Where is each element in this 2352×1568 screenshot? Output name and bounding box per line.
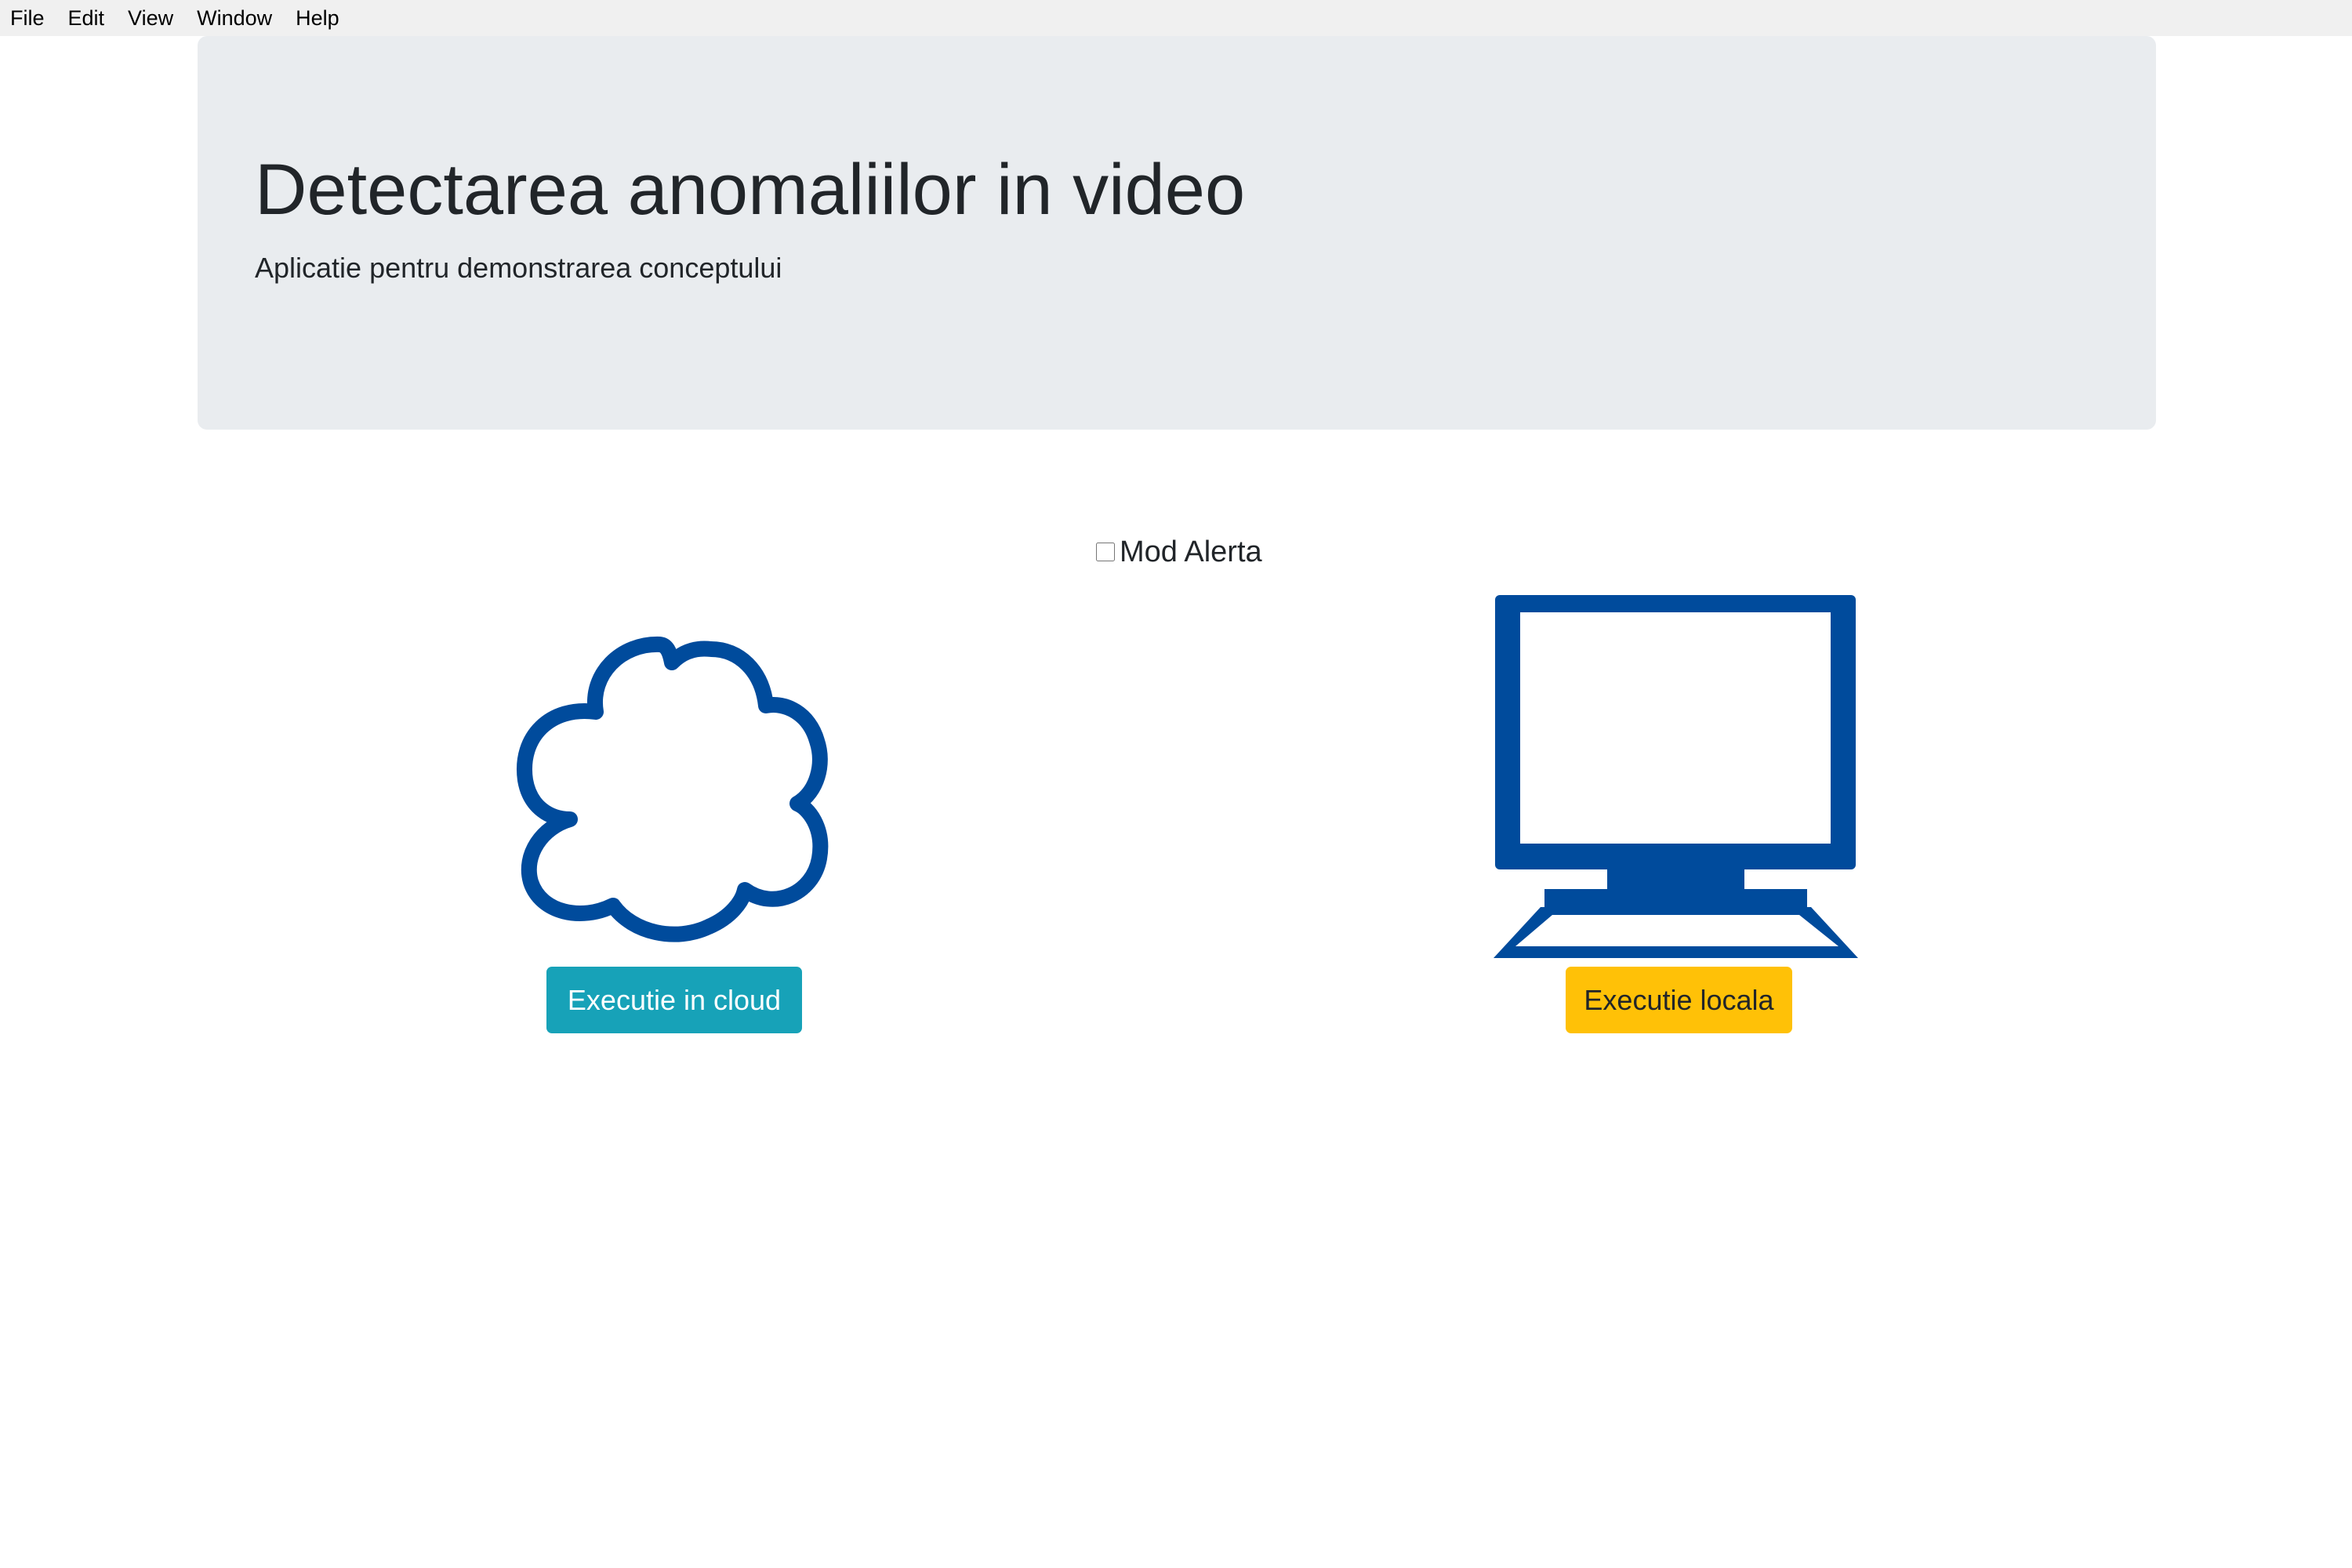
menu-help[interactable]: Help: [285, 0, 350, 36]
menu-bar: File Edit View Window Help: [0, 0, 2352, 36]
alert-mode-checkbox[interactable]: [1096, 543, 1115, 561]
page-title: Detectarea anomaliilor in video: [255, 150, 1246, 230]
page-subtitle: Aplicatie pentru demonstrarea conceptulu…: [255, 252, 782, 284]
menu-file[interactable]: File: [0, 0, 56, 36]
alert-mode-toggle: Mod Alerta: [1096, 533, 1262, 571]
menu-view[interactable]: View: [117, 0, 184, 36]
menu-window[interactable]: Window: [186, 0, 283, 36]
alert-mode-label[interactable]: Mod Alerta: [1120, 535, 1262, 569]
menu-edit[interactable]: Edit: [57, 0, 116, 36]
cloud-icon: [517, 636, 829, 942]
local-execution-button[interactable]: Executie locala: [1566, 967, 1792, 1033]
cloud-execution-button[interactable]: Executie in cloud: [546, 967, 802, 1033]
computer-icon: [1494, 595, 1858, 958]
header-jumbotron: Detectarea anomaliilor in video Aplicati…: [198, 36, 2156, 430]
